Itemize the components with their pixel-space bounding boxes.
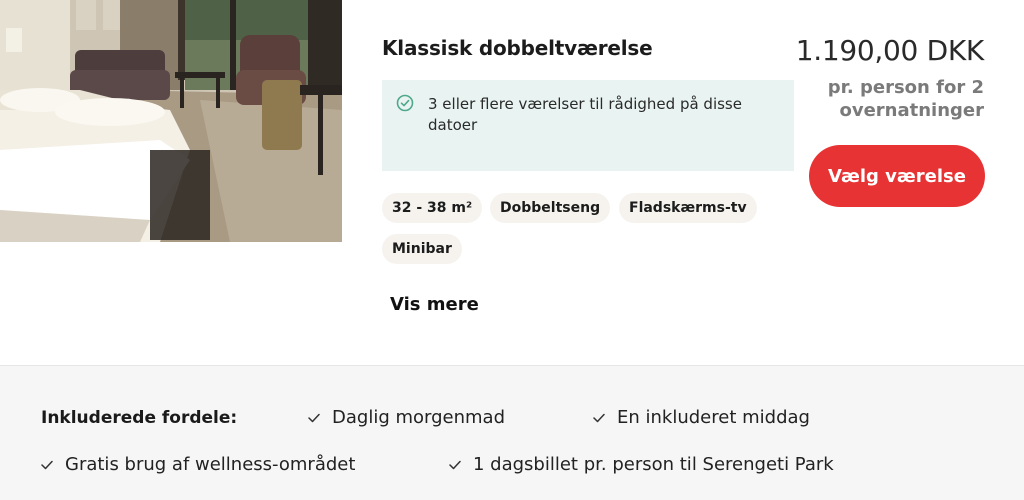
feature-tag: Minibar [382,234,462,264]
benefit-item: 1 dagsbillet pr. person til Serengeti Pa… [449,454,834,475]
show-more-link[interactable]: Vis mere [390,294,479,315]
feature-tag: Fladskærms-tv [619,193,757,223]
check-circle-icon [396,94,414,112]
benefit-text: En inkluderet middag [617,407,810,428]
checkmark-icon [41,460,53,470]
benefit-text: Daglig morgenmad [332,407,505,428]
benefits-label: Inkluderede fordele: [41,408,238,428]
feature-tag: 32 - 38 m² [382,193,483,223]
benefit-item: Gratis brug af wellness-området [41,454,355,475]
availability-notice: 3 eller flere værelser til rådighed på d… [382,80,794,171]
price: 1.190,00 DKK [795,34,985,67]
benefit-text: 1 dagsbillet pr. person til Serengeti Pa… [473,454,834,475]
room-title: Klassisk dobbeltværelse [382,36,653,60]
checkmark-icon [308,413,320,423]
room-photo[interactable] [0,0,342,242]
benefit-text: Gratis brug af wellness-området [65,454,356,475]
checkmark-icon [593,413,605,423]
price-note: pr. person for 2 overnatninger [827,77,984,121]
checkmark-icon [449,460,461,470]
benefit-item: Daglig morgenmad [308,407,505,428]
room-photo-illustration [0,0,342,242]
benefit-item: En inkluderet middag [593,407,810,428]
availability-text: 3 eller flere værelser til rådighed på d… [428,95,742,134]
feature-tag: Dobbeltseng [490,193,611,223]
select-room-button[interactable]: Vælg værelse [809,145,985,207]
benefits-section [0,366,1024,500]
